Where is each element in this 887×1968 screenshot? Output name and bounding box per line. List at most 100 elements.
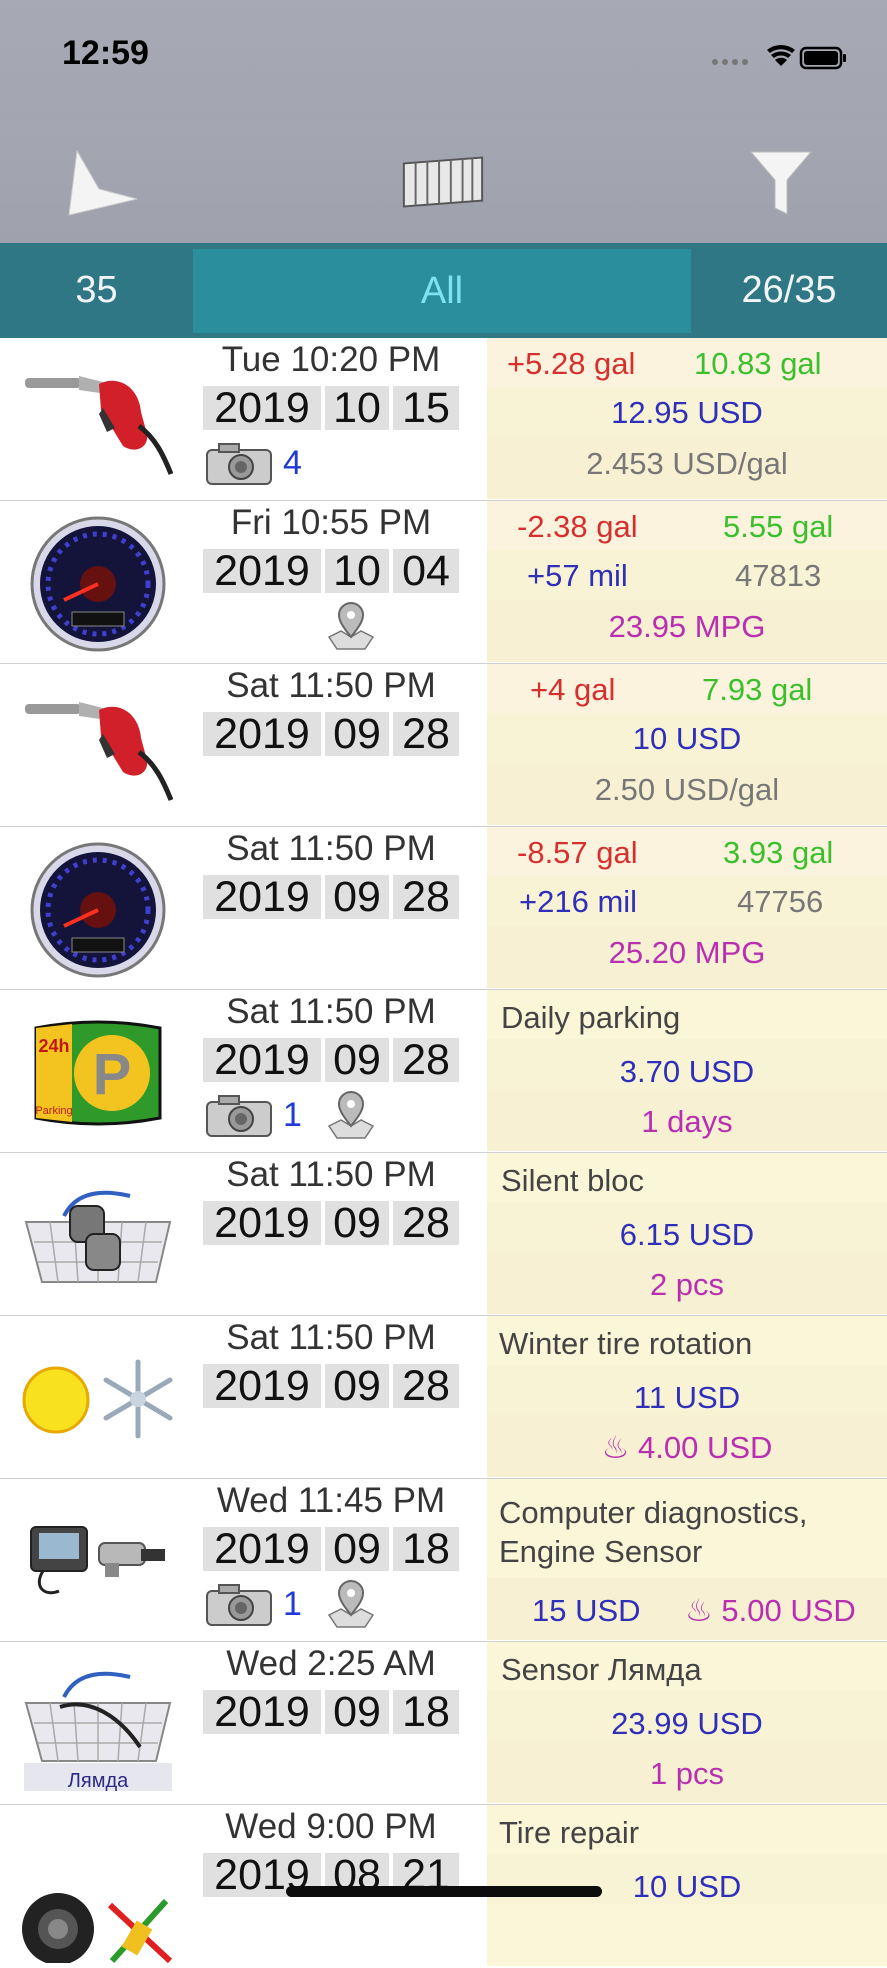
list-item[interactable]: Sat 11:50 PM 2019 09 28 Winter tire rota… [0, 1316, 887, 1479]
segment-filtered[interactable]: 26/35 [691, 243, 887, 338]
segment-all[interactable]: All [193, 249, 691, 333]
entry-year: 2019 [203, 1527, 321, 1571]
location-button[interactable] [58, 138, 148, 228]
entry-time: Sat 11:50 PM [226, 829, 436, 868]
list-item[interactable]: P 24h Parking Sat 11:50 PM 2019 09 28 1 [0, 990, 887, 1153]
status-bar: 12:59 [0, 0, 887, 120]
entry-time: Sat 11:50 PM [226, 992, 436, 1031]
fuel-cost: 10 USD [632, 721, 742, 756]
entry-details: Daily parking 3.70 USD 1 days [487, 990, 887, 1151]
expense-title: Computer diagnostics, Engine Sensor [499, 1495, 808, 1569]
entry-time: Fri 10:55 PM [230, 503, 432, 542]
fuel-price: 2.453 USD/gal [586, 446, 788, 481]
diagnostics-icon [18, 1489, 178, 1634]
entry-time: Sat 11:50 PM [226, 1318, 436, 1357]
expense-amount: 15 USD [532, 1593, 641, 1628]
list-item[interactable]: Tue 10:20 PM 2019 10 15 4 +5.28 gal 10.8… [0, 338, 887, 501]
sun-snowflake-icon [18, 1326, 178, 1471]
fuel-level: 7.93 gal [702, 672, 813, 707]
filter-button[interactable] [736, 138, 826, 228]
fuel-used: -8.57 gal [517, 835, 638, 870]
expense-title: Daily parking [501, 1000, 681, 1035]
record-list: Tue 10:20 PM 2019 10 15 4 +5.28 gal 10.8… [0, 338, 887, 1968]
expense-amount: 3.70 USD [619, 1054, 755, 1089]
list-item[interactable]: Wed 11:45 PM 2019 09 18 1 Computer diagn… [0, 1479, 887, 1642]
parking-icon: P 24h Parking [18, 1000, 178, 1145]
map-pin-icon [327, 1091, 375, 1139]
camera-icon [206, 1095, 272, 1137]
fuel-used: -2.38 gal [517, 509, 638, 544]
expense-amount: 6.15 USD [619, 1217, 755, 1252]
entry-year: 2019 [203, 1364, 321, 1408]
list-item[interactable]: Sat 11:50 PM 2019 09 28 Silent bloc 6.15… [0, 1153, 887, 1316]
entry-month: 10 [325, 386, 389, 430]
status-icons [712, 44, 846, 70]
entry-year: 2019 [203, 549, 321, 593]
expense-detail: 1 pcs [649, 1756, 725, 1791]
list-item[interactable]: Лямда Wed 2:25 AM 2019 09 18 Sensor Лямд… [0, 1642, 887, 1805]
navigation-arrow-icon [68, 149, 138, 216]
expense-detail: ♨ 4.00 USD [601, 1430, 773, 1465]
segment-count[interactable]: 35 [0, 243, 193, 338]
entry-time: Sat 11:50 PM [226, 1155, 436, 1194]
speedometer-icon [18, 837, 178, 982]
entry-month: 09 [325, 1527, 389, 1571]
entry-time: Sat 11:50 PM [226, 666, 436, 705]
svg-text:Parking: Parking [35, 1105, 72, 1117]
expense-title: Sensor Лямда [501, 1652, 702, 1687]
wifi-icon [767, 44, 795, 66]
list-item[interactable]: Fri 10:55 PM 2019 10 04 -2.38 gal 5.55 g… [0, 501, 887, 664]
entry-time: Wed 11:45 PM [216, 1481, 446, 1520]
fuel-cost: 12.95 USD [611, 395, 763, 430]
entry-time: Wed 9:00 PM [225, 1807, 437, 1846]
expense-detail: ♨ 5.00 USD [685, 1593, 856, 1628]
photo-count: 1 [283, 1585, 302, 1623]
nav-bar [0, 120, 887, 243]
entry-day: 28 [393, 1038, 459, 1082]
fuel-price: 2.50 USD/gal [594, 772, 780, 807]
map-pin-icon [327, 602, 375, 650]
entry-year: 2019 [203, 1201, 321, 1245]
entry-day: 28 [393, 1201, 459, 1245]
entry-month: 10 [325, 549, 389, 593]
fuel-added: +4 gal [530, 672, 616, 707]
expense-amount: 11 USD [633, 1380, 741, 1415]
economy: 23.95 MPG [608, 609, 766, 644]
entry-year: 2019 [203, 1038, 321, 1082]
basket-icon: Лямда [18, 1652, 178, 1797]
entry-details: Silent bloc 6.15 USD 2 pcs [487, 1153, 887, 1314]
photo-count: 4 [283, 444, 302, 482]
entry-time: Tue 10:20 PM [221, 340, 441, 379]
entry-day: 28 [393, 875, 459, 919]
odometer: 47813 [735, 558, 822, 593]
home-indicator[interactable] [286, 1886, 602, 1897]
fuel-level: 5.55 gal [723, 509, 834, 544]
speedometer-icon [18, 511, 178, 656]
battery-icon [799, 46, 846, 70]
svg-text:P: P [93, 1042, 132, 1107]
expense-title: Tire repair [499, 1815, 640, 1850]
views-button[interactable] [398, 138, 488, 228]
filter-icon [749, 151, 813, 215]
camera-icon [206, 443, 272, 485]
entry-month: 09 [325, 875, 389, 919]
list-item[interactable]: Sat 11:50 PM 2019 09 28 +4 gal 7.93 gal … [0, 664, 887, 827]
entry-year: 2019 [203, 875, 321, 919]
expense-title: Silent bloc [501, 1163, 645, 1198]
fuel-level: 3.93 gal [723, 835, 834, 870]
entry-day: 15 [393, 386, 459, 430]
entry-details: -2.38 gal 5.55 gal +57 mil 47813 23.95 M… [487, 501, 887, 662]
expense-detail: 2 pcs [649, 1267, 725, 1302]
tire-repair-icon [18, 1815, 178, 1963]
entry-details: Winter tire rotation 11 USD ♨ 4.00 USD [487, 1316, 887, 1477]
entry-month: 09 [325, 1038, 389, 1082]
fuel-level: 10.83 gal [694, 346, 822, 381]
entry-year: 2019 [203, 386, 321, 430]
entry-day: 28 [393, 1364, 459, 1408]
entry-month: 09 [325, 1201, 389, 1245]
icon-caption: Лямда [67, 1770, 129, 1792]
distance: +216 mil [519, 884, 638, 919]
list-item[interactable]: Sat 11:50 PM 2019 09 28 -8.57 gal 3.93 g… [0, 827, 887, 990]
fuel-nozzle-icon [18, 674, 178, 819]
signal-icon [712, 59, 748, 65]
